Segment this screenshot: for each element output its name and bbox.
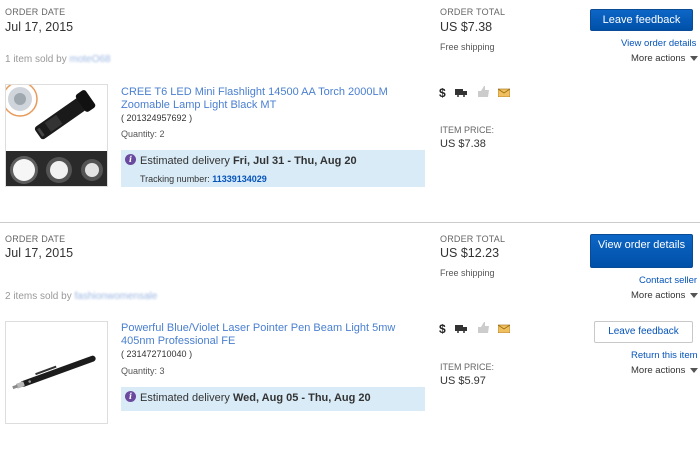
item-price: US $5.97 bbox=[440, 375, 486, 387]
order-total-label: ORDER TOTAL bbox=[440, 7, 506, 17]
more-actions-label: More actions bbox=[631, 365, 686, 376]
tracking-number-link[interactable]: 11339134029 bbox=[212, 174, 267, 184]
estimated-delivery-dates: Wed, Aug 05 - Thu, Aug 20 bbox=[232, 392, 371, 404]
item-thumbnail[interactable] bbox=[5, 321, 108, 424]
item-price-label: ITEM PRICE: bbox=[440, 362, 495, 372]
chevron-down-icon bbox=[690, 292, 699, 298]
estimated-delivery-dates: Fri, Jul 31 - Thu, Aug 20 bbox=[232, 155, 357, 167]
more-actions-menu[interactable]: More actions bbox=[631, 290, 699, 301]
view-order-details-link[interactable]: View order details bbox=[621, 38, 696, 49]
leave-feedback-button[interactable]: Leave feedback bbox=[590, 9, 693, 31]
estimated-delivery: Estimated delivery Fri, Jul 31 - Thu, Au… bbox=[140, 155, 357, 167]
laser-pointer-image bbox=[12, 355, 96, 390]
sold-by-text: 1 item sold by bbox=[5, 54, 67, 65]
estimated-delivery: Estimated delivery Wed, Aug 05 - Thu, Au… bbox=[140, 392, 371, 404]
item-price-label: ITEM PRICE: bbox=[440, 125, 495, 135]
dollar-icon: $ bbox=[439, 322, 446, 336]
info-icon: i bbox=[125, 154, 136, 165]
seller-link[interactable]: fashionwomensale bbox=[74, 291, 157, 302]
feedback-thumb-icon bbox=[477, 84, 489, 102]
tracking-info: Tracking number: 11339134029 bbox=[140, 174, 267, 184]
order-date: Jul 17, 2015 bbox=[5, 246, 74, 260]
feedback-thumb-icon bbox=[477, 320, 489, 338]
sold-by-text: 2 items sold by bbox=[5, 291, 72, 302]
tracking-label: Tracking number: bbox=[140, 174, 210, 184]
chevron-down-icon bbox=[690, 367, 699, 373]
delivery-info-box: i Estimated delivery Fri, Jul 31 - Thu, … bbox=[121, 150, 425, 187]
return-item-link[interactable]: Return this item bbox=[631, 350, 698, 361]
more-actions-menu[interactable]: More actions bbox=[631, 53, 699, 64]
seller-link[interactable]: moteO68 bbox=[69, 54, 110, 65]
item-id: ( 231472710040 ) bbox=[121, 349, 193, 359]
item-status-icons: $ bbox=[439, 84, 515, 102]
item-quantity: Quantity: 3 bbox=[121, 366, 165, 376]
order-date: Jul 17, 2015 bbox=[5, 20, 74, 34]
item-price: US $7.38 bbox=[440, 138, 486, 150]
order-total: US $12.23 bbox=[440, 246, 500, 260]
more-actions-label: More actions bbox=[631, 290, 686, 301]
sold-by-line: 2 items sold by fashionwomensale bbox=[5, 291, 157, 302]
shipped-truck-icon bbox=[455, 320, 468, 338]
item-id: ( 201324957692 ) bbox=[121, 113, 193, 123]
estimated-delivery-label: Estimated delivery bbox=[140, 155, 230, 167]
sold-by-line: 1 item sold by moteO68 bbox=[5, 54, 111, 65]
flashlight-image bbox=[6, 85, 107, 186]
item-quantity: Quantity: 2 bbox=[121, 129, 165, 139]
order-total: US $7.38 bbox=[440, 20, 493, 34]
more-actions-label: More actions bbox=[631, 53, 686, 64]
order-divider bbox=[0, 222, 700, 223]
view-order-details-button[interactable]: View order details bbox=[590, 234, 693, 268]
order-date-label: ORDER DATE bbox=[5, 234, 66, 244]
estimated-delivery-label: Estimated delivery bbox=[140, 392, 230, 404]
leave-feedback-button[interactable]: Leave feedback bbox=[594, 321, 693, 343]
delivery-info-box: i Estimated delivery Wed, Aug 05 - Thu, … bbox=[121, 387, 425, 411]
info-icon: i bbox=[125, 391, 136, 402]
item-title-link[interactable]: Powerful Blue/Violet Laser Pointer Pen B… bbox=[121, 322, 426, 348]
shipping-info: Free shipping bbox=[440, 42, 495, 52]
message-envelope-icon bbox=[497, 84, 511, 102]
item-status-icons: $ bbox=[439, 320, 515, 338]
shipped-truck-icon bbox=[455, 84, 468, 102]
item-title-link[interactable]: CREE T6 LED Mini Flashlight 14500 AA Tor… bbox=[121, 86, 411, 112]
item-more-actions-menu[interactable]: More actions bbox=[631, 365, 699, 376]
order-date-label: ORDER DATE bbox=[5, 7, 66, 17]
message-envelope-icon bbox=[497, 320, 511, 338]
item-thumbnail[interactable] bbox=[5, 84, 108, 187]
order-total-label: ORDER TOTAL bbox=[440, 234, 506, 244]
contact-seller-link[interactable]: Contact seller bbox=[639, 275, 697, 286]
shipping-info: Free shipping bbox=[440, 268, 495, 278]
chevron-down-icon bbox=[690, 55, 699, 61]
dollar-icon: $ bbox=[439, 86, 446, 100]
